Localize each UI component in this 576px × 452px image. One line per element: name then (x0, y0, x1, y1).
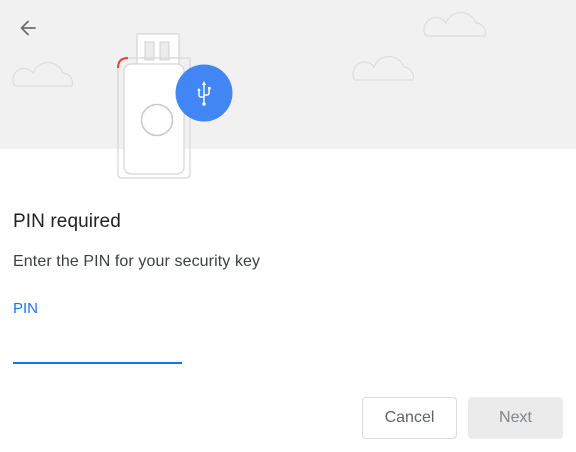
cloud-icon (12, 61, 74, 87)
cloud-icon (423, 11, 487, 37)
security-key-illustration (12, 11, 487, 179)
usb-icon (175, 64, 233, 122)
cloud-icon (352, 55, 415, 81)
back-button[interactable] (12, 12, 44, 44)
dialog-title: PIN required (13, 211, 121, 232)
next-button[interactable]: Next (468, 397, 563, 439)
arrow-back-icon (20, 20, 36, 36)
pin-dialog: PIN required Enter the PIN for your secu… (0, 0, 576, 452)
dialog-description: Enter the PIN for your security key (13, 253, 261, 270)
pin-field-label: PIN (13, 300, 39, 317)
pin-input[interactable] (13, 326, 182, 364)
cancel-button[interactable]: Cancel (362, 397, 457, 439)
